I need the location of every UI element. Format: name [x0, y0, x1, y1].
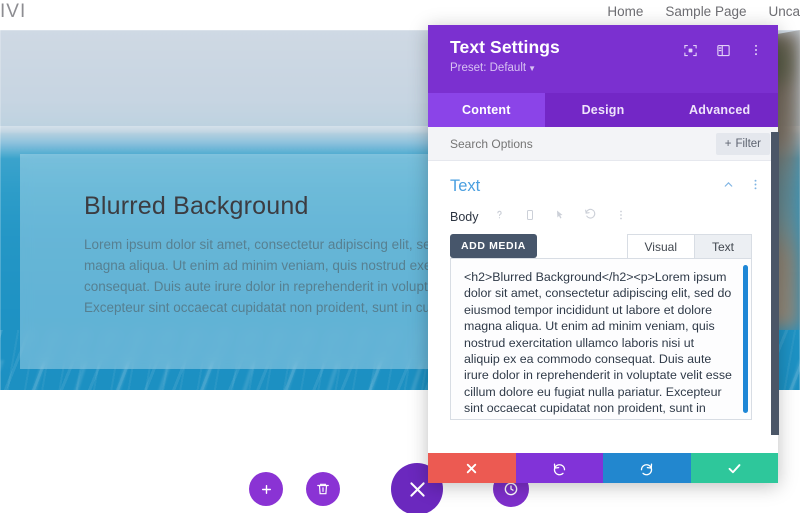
plus-icon: [260, 483, 273, 496]
text-section-header: Text: [428, 161, 778, 206]
clock-icon: [503, 481, 519, 497]
close-icon: [407, 479, 428, 500]
nav-links: Home Sample Page Unca: [607, 0, 800, 22]
modal-footer: [428, 453, 778, 483]
responsive-icon[interactable]: [524, 208, 536, 226]
site-logo[interactable]: IVI: [0, 1, 26, 23]
section-icons: [722, 178, 762, 196]
tab-visual[interactable]: Visual: [626, 234, 695, 259]
redo-button[interactable]: [603, 453, 691, 483]
nav-item-sample-page[interactable]: Sample Page: [665, 4, 746, 19]
nav-item-uncategorized[interactable]: Unca: [768, 4, 800, 19]
focus-icon[interactable]: [682, 42, 698, 58]
modal-scrollbar[interactable]: [771, 132, 779, 435]
plus-icon: +: [724, 137, 732, 150]
search-options-bar: + Filter: [428, 127, 778, 161]
modal-body: Text Body ADD MEDIA Visual Text <h2>Blur…: [428, 161, 778, 453]
search-input[interactable]: [450, 136, 716, 151]
field-label-body: Body: [450, 210, 479, 224]
editor-toolbar: ADD MEDIA Visual Text: [450, 234, 752, 259]
nav-item-home[interactable]: Home: [607, 4, 643, 19]
editor-mode-tabs: Visual Text: [626, 234, 752, 259]
content-textarea-value: <h2>Blurred Background</h2><p>Lorem ipsu…: [464, 270, 736, 416]
x-icon: [465, 462, 478, 475]
content-textarea[interactable]: <h2>Blurred Background</h2><p>Lorem ipsu…: [450, 258, 752, 420]
trash-icon: [316, 482, 330, 496]
layout-panel-icon[interactable]: [715, 42, 731, 58]
modal-tabs: Content Design Advanced: [428, 93, 778, 127]
help-icon[interactable]: [493, 208, 506, 226]
tab-content[interactable]: Content: [428, 93, 545, 127]
undo-button[interactable]: [515, 453, 603, 483]
wp-editor: ADD MEDIA Visual Text <h2>Blurred Backgr…: [450, 234, 752, 420]
textarea-scrollbar[interactable]: [743, 265, 748, 413]
add-media-button[interactable]: ADD MEDIA: [450, 234, 537, 258]
field-icons: [493, 208, 627, 226]
redo-icon: [639, 461, 654, 476]
screen: Blurred Background Lorem ipsum dolor sit…: [0, 0, 800, 513]
hero-heading: Blurred Background: [84, 192, 309, 220]
check-icon: [727, 461, 742, 476]
add-module-button[interactable]: [249, 472, 283, 506]
hover-icon[interactable]: [554, 208, 566, 226]
preset-selector[interactable]: Preset: Default ▼: [450, 62, 762, 74]
delete-module-button[interactable]: [306, 472, 340, 506]
text-settings-modal: Text Settings Preset: Default ▼ Content …: [428, 25, 778, 483]
tab-advanced[interactable]: Advanced: [661, 93, 778, 127]
chevron-up-icon[interactable]: [722, 178, 735, 196]
body-field-row: Body: [428, 206, 778, 226]
filter-button[interactable]: + Filter: [715, 132, 770, 155]
preset-label: Preset: Default: [450, 62, 527, 74]
undo-icon: [552, 461, 567, 476]
tab-design[interactable]: Design: [545, 93, 662, 127]
tab-text[interactable]: Text: [693, 234, 752, 259]
modal-header: Text Settings Preset: Default ▼: [428, 25, 778, 93]
more-vertical-icon[interactable]: [749, 178, 762, 196]
section-title: Text: [450, 177, 481, 195]
chevron-down-icon: ▼: [528, 64, 536, 73]
more-vertical-icon[interactable]: [748, 42, 764, 58]
filter-label: Filter: [735, 137, 761, 150]
more-vertical-icon[interactable]: [615, 208, 627, 226]
reset-icon[interactable]: [584, 208, 597, 226]
save-button[interactable]: [690, 453, 778, 483]
cancel-button[interactable]: [428, 453, 516, 483]
modal-header-icons: [682, 42, 764, 58]
